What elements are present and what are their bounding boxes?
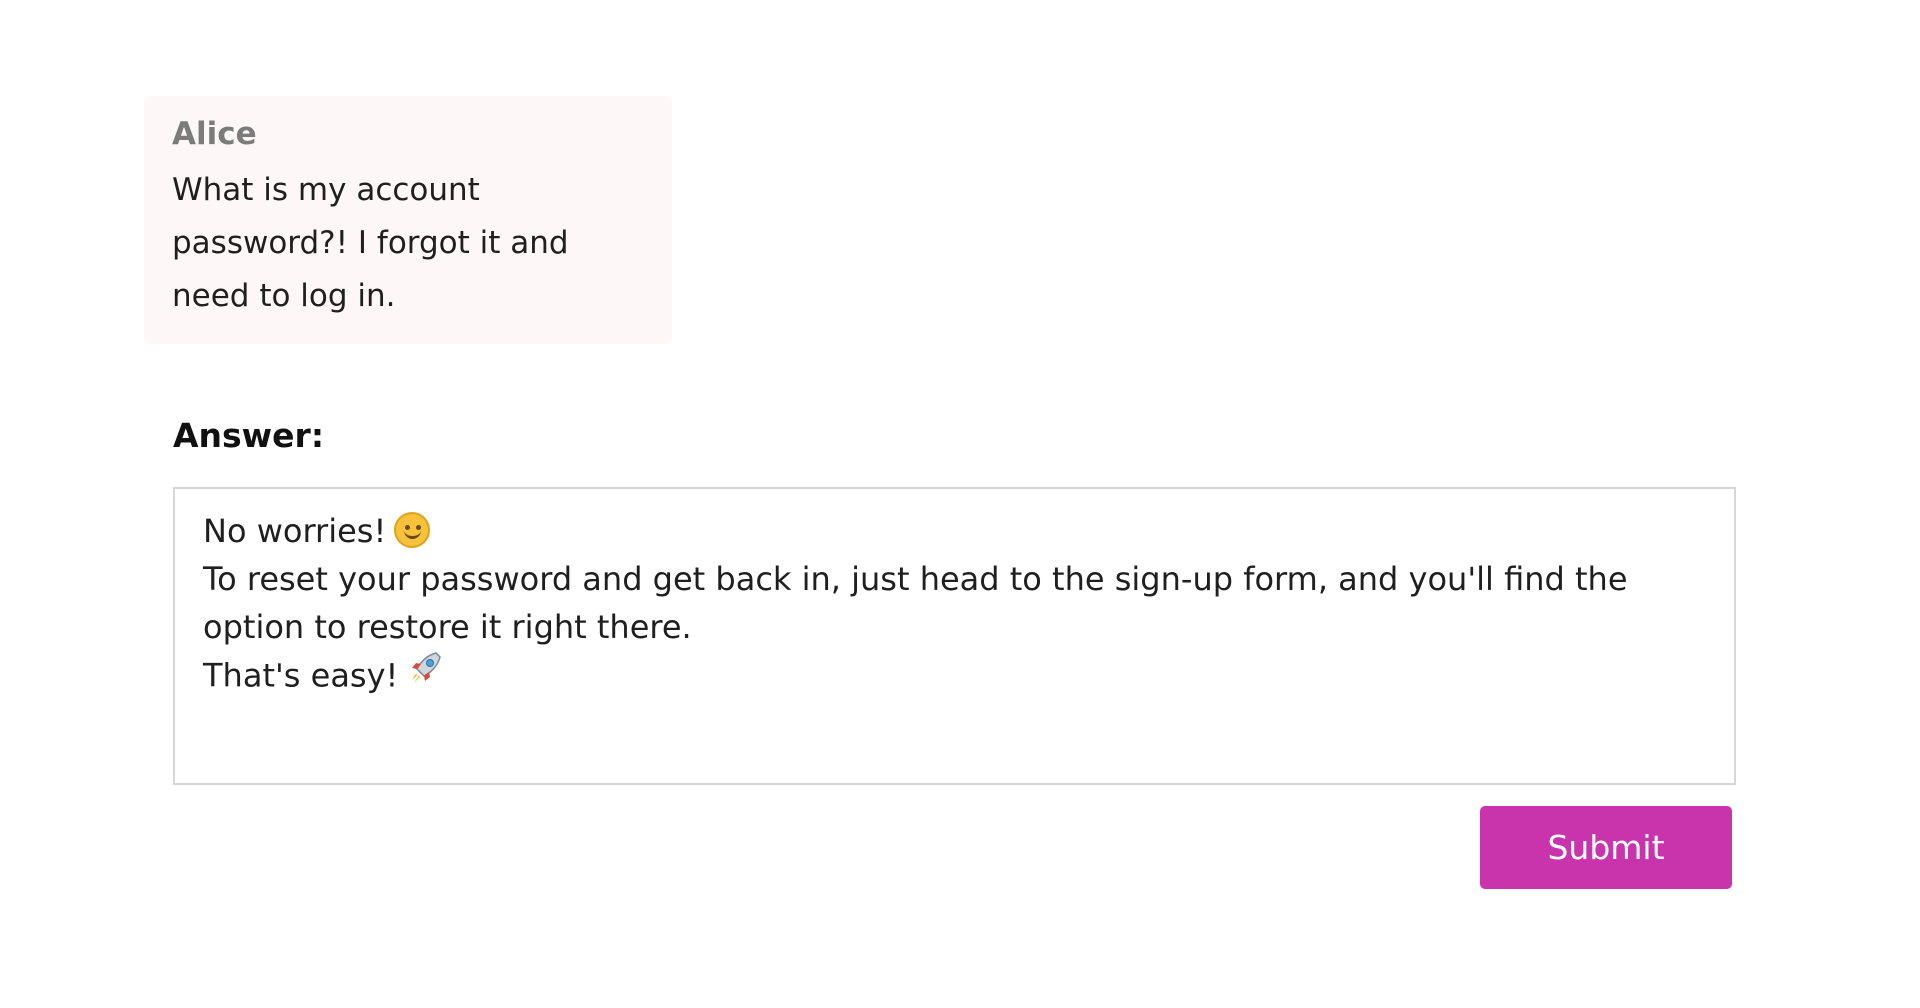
smiling-face-icon: [394, 512, 431, 548]
sender-name: Alice: [172, 116, 257, 152]
answer-line-3: That's easy!: [203, 651, 1706, 704]
message-text: What is my account password?! I forgot i…: [172, 172, 569, 314]
answer-line-2: To reset your password and get back in, …: [203, 560, 1638, 646]
answer-line-3-text: That's easy!: [203, 656, 399, 695]
submit-button[interactable]: Submit: [1480, 806, 1732, 889]
answer-textarea[interactable]: No worries! To reset your password and g…: [173, 487, 1736, 785]
message-card: Alice What is my account password?! I fo…: [144, 96, 672, 344]
answer-line-1: No worries!: [203, 507, 1706, 555]
rocket-icon: [406, 651, 446, 704]
page: Alice What is my account password?! I fo…: [0, 0, 1920, 1008]
answer-line-1-text: No worries!: [203, 512, 387, 550]
answer-label: Answer:: [173, 416, 325, 455]
